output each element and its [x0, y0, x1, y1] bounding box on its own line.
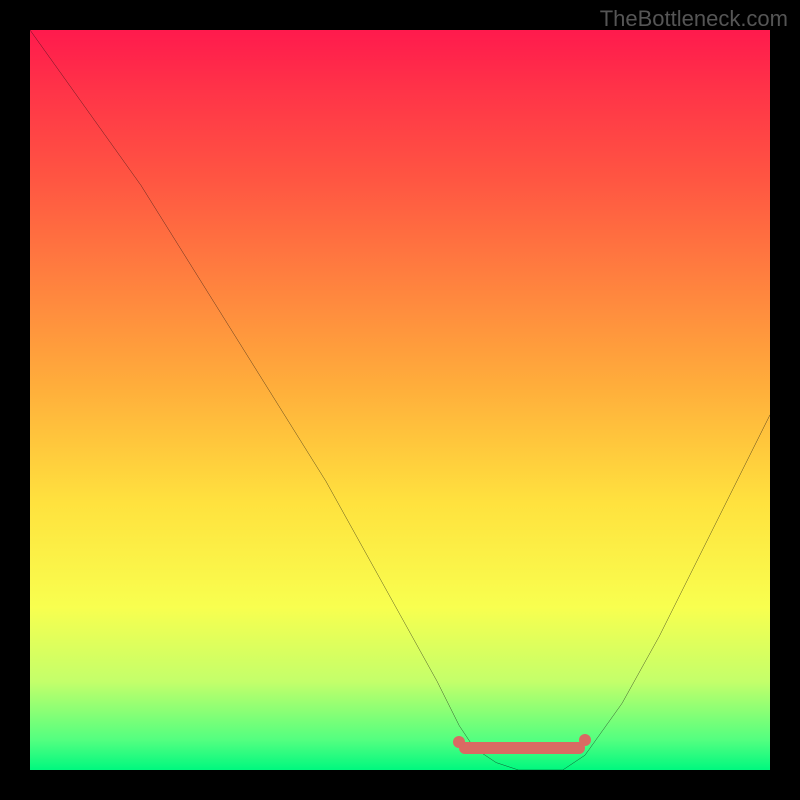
flat-region-dot-left	[453, 736, 465, 748]
flat-region-dot-right	[579, 734, 591, 746]
watermark-text: TheBottleneck.com	[600, 6, 788, 32]
plot-area	[30, 30, 770, 770]
curve-svg	[30, 30, 770, 770]
flat-region-marker	[459, 742, 585, 754]
bottleneck-curve	[30, 30, 770, 770]
